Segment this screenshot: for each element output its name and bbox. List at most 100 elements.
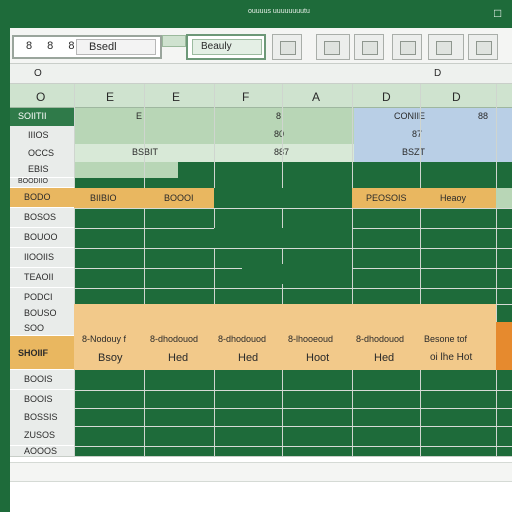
header-label: SOIITII: [18, 111, 47, 121]
row-header[interactable]: SOO: [10, 322, 74, 336]
row-label: BOSOS: [24, 212, 57, 222]
row-label: BOODIIO: [18, 178, 48, 185]
sheet-tabs-bar[interactable]: [10, 462, 512, 482]
grid-row-line: [74, 426, 512, 427]
orange-cell-text: 8-dhodouod: [218, 334, 267, 344]
orange-cell-text: Besone tof: [424, 334, 468, 344]
cell-text: PEOSOIS: [366, 193, 407, 203]
highlight-cell[interactable]: BOOOI: [144, 188, 214, 208]
row-header[interactable]: BOUSO: [10, 304, 74, 324]
column-header[interactable]: F: [242, 90, 249, 104]
row-label: BOUSO: [24, 308, 57, 318]
row-label: EBIS: [28, 164, 49, 174]
column-header[interactable]: O: [36, 90, 45, 104]
orange-cell-text: 8-dhodouod: [150, 334, 199, 344]
row-label: BOSSIS: [24, 412, 58, 422]
ribbon-filter-icon[interactable]: [428, 34, 464, 60]
grid-line: [74, 84, 75, 456]
row-label: BOOIS: [24, 374, 53, 384]
row-label: OCCS: [28, 148, 55, 158]
column-header[interactable]: A: [312, 90, 320, 104]
orange-cell-text: Hed: [238, 352, 259, 364]
orange-cell-text: 8-dhodouod: [356, 334, 405, 344]
orange-cell-text: Bsoy: [98, 352, 123, 364]
window-title: ouuuus uuuuuuuutu: [248, 8, 310, 15]
column-marker-bar: O D: [10, 64, 512, 84]
row-header[interactable]: TEAOII: [10, 268, 74, 288]
grid-line: [352, 84, 353, 456]
row-header[interactable]: SHOIIF: [10, 336, 74, 370]
row-header[interactable]: IIOOIIS: [10, 248, 74, 268]
orange-cell-text: Hoot: [306, 352, 330, 364]
row-header[interactable]: BODO: [10, 188, 74, 208]
column-header[interactable]: D: [382, 90, 391, 104]
column-header[interactable]: E: [106, 90, 114, 104]
header-row-2-blue: [354, 126, 512, 144]
row-label: TEAOII: [24, 272, 54, 282]
row-header[interactable]: IIIOS: [10, 126, 74, 146]
highlight-cell-edge: [496, 188, 512, 208]
cell-text: BIIBIO: [90, 193, 117, 203]
row-header[interactable]: ZUSOS: [10, 426, 74, 446]
header-row3-right: BSZT: [402, 147, 426, 157]
formula-value: Beauly: [201, 41, 232, 52]
row-header[interactable]: BOOIS: [10, 390, 74, 410]
header-band-blue: [354, 108, 512, 126]
grid-line: [214, 84, 215, 456]
row-label: BOUOO: [24, 232, 58, 242]
ribbon-accent: [162, 35, 186, 47]
highlight-cell[interactable]: Heaoy: [420, 188, 496, 208]
window-restore-icon[interactable]: □: [494, 6, 501, 20]
marker-right: D: [434, 68, 442, 79]
highlight-cell[interactable]: BIIBIO: [74, 188, 144, 208]
orange-block-edge: [496, 322, 512, 370]
cell-text: BOOOI: [164, 193, 194, 203]
header-row3-left: BSBIT: [132, 147, 159, 157]
row-header[interactable]: BOUOO: [10, 228, 74, 248]
ribbon-format-icon[interactable]: [392, 34, 422, 60]
row-header[interactable]: BOSOS: [10, 208, 74, 228]
data-bar[interactable]: [242, 264, 352, 284]
orange-cell-text: oi lhe Hot: [430, 352, 473, 363]
orange-cell-text: 8-Nodouy f: [82, 334, 127, 344]
column-header[interactable]: D: [452, 90, 461, 104]
orange-cell-text: 8-lhooeoud: [288, 334, 334, 344]
row-header[interactable]: BOOIS: [10, 370, 74, 390]
highlight-cell-green[interactable]: [214, 188, 352, 208]
ribbon-table-icon[interactable]: [316, 34, 350, 60]
highlight-cell[interactable]: PEOSOIS: [352, 188, 420, 208]
row-label: SHOIIF: [18, 348, 49, 358]
grid-row-line: [74, 248, 512, 249]
row-header[interactable]: BOSSIS: [10, 408, 74, 428]
name-box-label: 8 8 8: [26, 40, 81, 52]
row-label: SOO: [24, 323, 45, 333]
header-sub-mid: 8: [276, 111, 282, 121]
header-sub-far: 88: [478, 111, 489, 121]
cell-text: Heaoy: [440, 193, 467, 203]
name-value: Bsedl: [89, 41, 117, 53]
column-headers: O E E F A D D: [10, 84, 512, 108]
row-header[interactable]: EBIS: [10, 162, 74, 178]
formula-input[interactable]: Beauly: [192, 39, 262, 55]
name-value-field[interactable]: Bsedl: [76, 39, 156, 55]
row-header[interactable]: BOODIIO: [10, 178, 74, 188]
row-header[interactable]: OCCS: [10, 144, 74, 164]
title-bar: ouuuus uuuuuuuutu □: [10, 0, 512, 28]
ribbon-sort-icon[interactable]: [272, 34, 302, 60]
row-label: IIOOIIS: [24, 252, 55, 262]
ribbon-grid-icon[interactable]: [468, 34, 498, 60]
grid-row-line: [74, 288, 512, 289]
data-bar[interactable]: [214, 228, 352, 248]
grid-row-line: [74, 208, 512, 209]
grid-row-line: [74, 390, 512, 391]
orange-cell-text: Hed: [168, 352, 189, 364]
column-header[interactable]: E: [172, 90, 180, 104]
header-row-4: [74, 162, 178, 178]
grid-line: [144, 84, 145, 456]
orange-cell-text: Hed: [374, 352, 395, 364]
marker-left: O: [34, 68, 42, 79]
grid-line: [420, 84, 421, 456]
row-label: IIIOS: [28, 130, 49, 140]
row-label: PODCI: [24, 292, 53, 302]
ribbon-chart-icon[interactable]: [354, 34, 384, 60]
